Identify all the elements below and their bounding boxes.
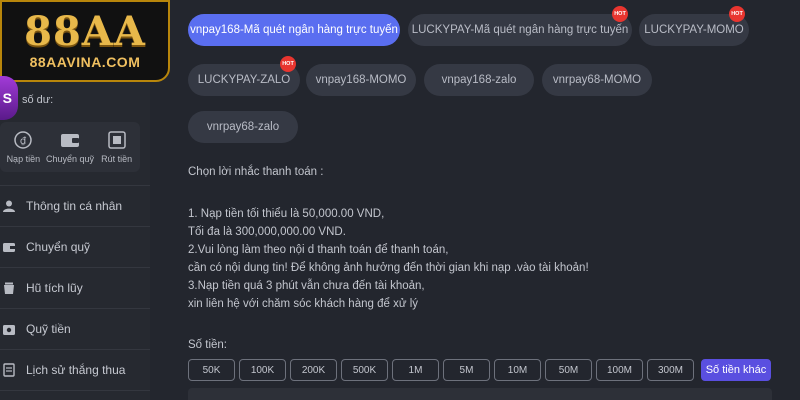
deposit-panel: vnpay168-Mã quét ngân hàng trực tuyến LU… <box>172 0 784 400</box>
instruction-line: 1. Nạp tiền tối thiểu là 50,000.00 VND, <box>188 208 385 220</box>
channel-label: LUCKYPAY-ZALO <box>197 74 291 86</box>
channel-label: vnpay168-MOMO <box>315 74 407 86</box>
amount-1m-button[interactable]: 1M <box>392 359 439 381</box>
menu-label: Quỹ tiền <box>26 322 71 336</box>
withdraw-action[interactable]: Rút tiền <box>94 130 140 164</box>
logo-domain: 88AAVINA.COM <box>29 54 141 70</box>
amount-50k-button[interactable]: 50K <box>188 359 235 381</box>
transfer-label: Chuyển quỹ <box>45 154 95 164</box>
channel-label: vnpay168-Mã quét ngân hàng trực tuyến <box>190 24 398 36</box>
jar-icon <box>4 282 14 294</box>
amount-5m-button[interactable]: 5M <box>443 359 490 381</box>
transfer-action[interactable]: Chuyển quỹ <box>45 130 95 164</box>
instruction-line: 3.Nạp tiền quá 3 phút vẫn chưa đến tài k… <box>188 280 425 292</box>
channel-label: LUCKYPAY-Mã quét ngân hàng trực tuyến <box>411 24 629 36</box>
hot-badge: HOT <box>729 6 745 22</box>
channel-label: vnpay168-zalo <box>441 74 517 86</box>
menu-item-history[interactable]: Lịch sử thắng thua <box>0 350 150 390</box>
divider <box>0 390 150 391</box>
user-icon <box>3 200 15 212</box>
channel-luckypay-bank[interactable]: LUCKYPAY-Mã quét ngân hàng trực tuyến HO… <box>408 6 632 46</box>
withdraw-icon <box>107 131 126 149</box>
menu-label: Hũ tích lũy <box>26 281 83 295</box>
channel-label: vnrpay68-MOMO <box>552 74 642 86</box>
amount-50m-button[interactable]: 50M <box>545 359 592 381</box>
menu-item-transfer[interactable]: Chuyển quỹ <box>0 227 150 267</box>
instruction-line: 2.Vui lòng làm theo nội d thanh toán để … <box>188 244 449 256</box>
withdraw-label: Rút tiền <box>101 154 133 164</box>
channel-vnpay168-momo[interactable]: vnpay168-MOMO <box>306 64 416 96</box>
quick-actions: ₫ Nạp tiền Chuyển quỹ Rút tiền <box>0 122 140 172</box>
svg-text:₫: ₫ <box>20 136 27 147</box>
amount-200k-button[interactable]: 200K <box>290 359 337 381</box>
custom-amount-button[interactable]: Số tiền khác <box>701 359 771 381</box>
channel-vnpay168-bank[interactable]: vnpay168-Mã quét ngân hàng trực tuyến <box>188 14 400 46</box>
logo-text: 88AA <box>24 8 146 55</box>
brand-logo[interactable]: 88AA 88AAVINA.COM <box>0 0 170 82</box>
amount-300m-button[interactable]: 300M <box>647 359 694 381</box>
instruction-line: xin liên hệ với chăm sóc khách hàng để x… <box>188 298 419 310</box>
instruction-line: cần có nội dung tin! Để không ảnh hưởng … <box>188 262 589 274</box>
wallet-icon <box>3 243 15 252</box>
menu-item-fund[interactable]: Quỹ tiền <box>0 309 150 349</box>
amount-100k-button[interactable]: 100K <box>239 359 286 381</box>
menu-label: Thông tin cá nhân <box>26 199 123 213</box>
amount-10m-button[interactable]: 10M <box>494 359 541 381</box>
deposit-icon: ₫ <box>14 131 33 149</box>
menu-label: Lịch sử thắng thua <box>26 363 126 377</box>
channel-label: vnrpay68-zalo <box>206 121 280 133</box>
hot-badge: HOT <box>280 56 296 72</box>
amount-100m-button[interactable]: 100M <box>596 359 643 381</box>
amount-input[interactable] <box>188 388 772 400</box>
amount-label: Số tiền: <box>188 339 227 351</box>
menu-item-jar[interactable]: Hũ tích lũy <box>0 268 150 308</box>
channel-vnrpay68-zalo[interactable]: vnrpay68-zalo <box>188 111 298 143</box>
menu-item-profile[interactable]: Thông tin cá nhân <box>0 186 150 226</box>
channel-luckypay-zalo[interactable]: LUCKYPAY-ZALO HOT <box>188 56 300 96</box>
deposit-action[interactable]: ₫ Nạp tiền <box>0 130 46 164</box>
vip-badge: S <box>0 76 18 120</box>
channel-vnpay168-zalo[interactable]: vnpay168-zalo <box>424 64 534 96</box>
balance-label: số dư: <box>22 94 54 106</box>
instructions-title: Chọn lời nhắc thanh toán : <box>188 166 324 178</box>
hot-badge: HOT <box>612 6 628 22</box>
history-icon <box>3 363 15 377</box>
channel-label: LUCKYPAY-MOMO <box>644 24 744 36</box>
menu-label: Chuyển quỹ <box>26 240 91 254</box>
instruction-line: Tối đa là 300,000,000.00 VND. <box>188 226 346 238</box>
channel-vnrpay68-momo[interactable]: vnrpay68-MOMO <box>542 64 652 96</box>
amount-500k-button[interactable]: 500K <box>341 359 388 381</box>
channel-luckypay-momo[interactable]: LUCKYPAY-MOMO HOT <box>639 6 749 46</box>
deposit-label: Nạp tiền <box>6 154 41 164</box>
wallet-icon <box>60 134 79 147</box>
fund-icon <box>3 325 15 335</box>
